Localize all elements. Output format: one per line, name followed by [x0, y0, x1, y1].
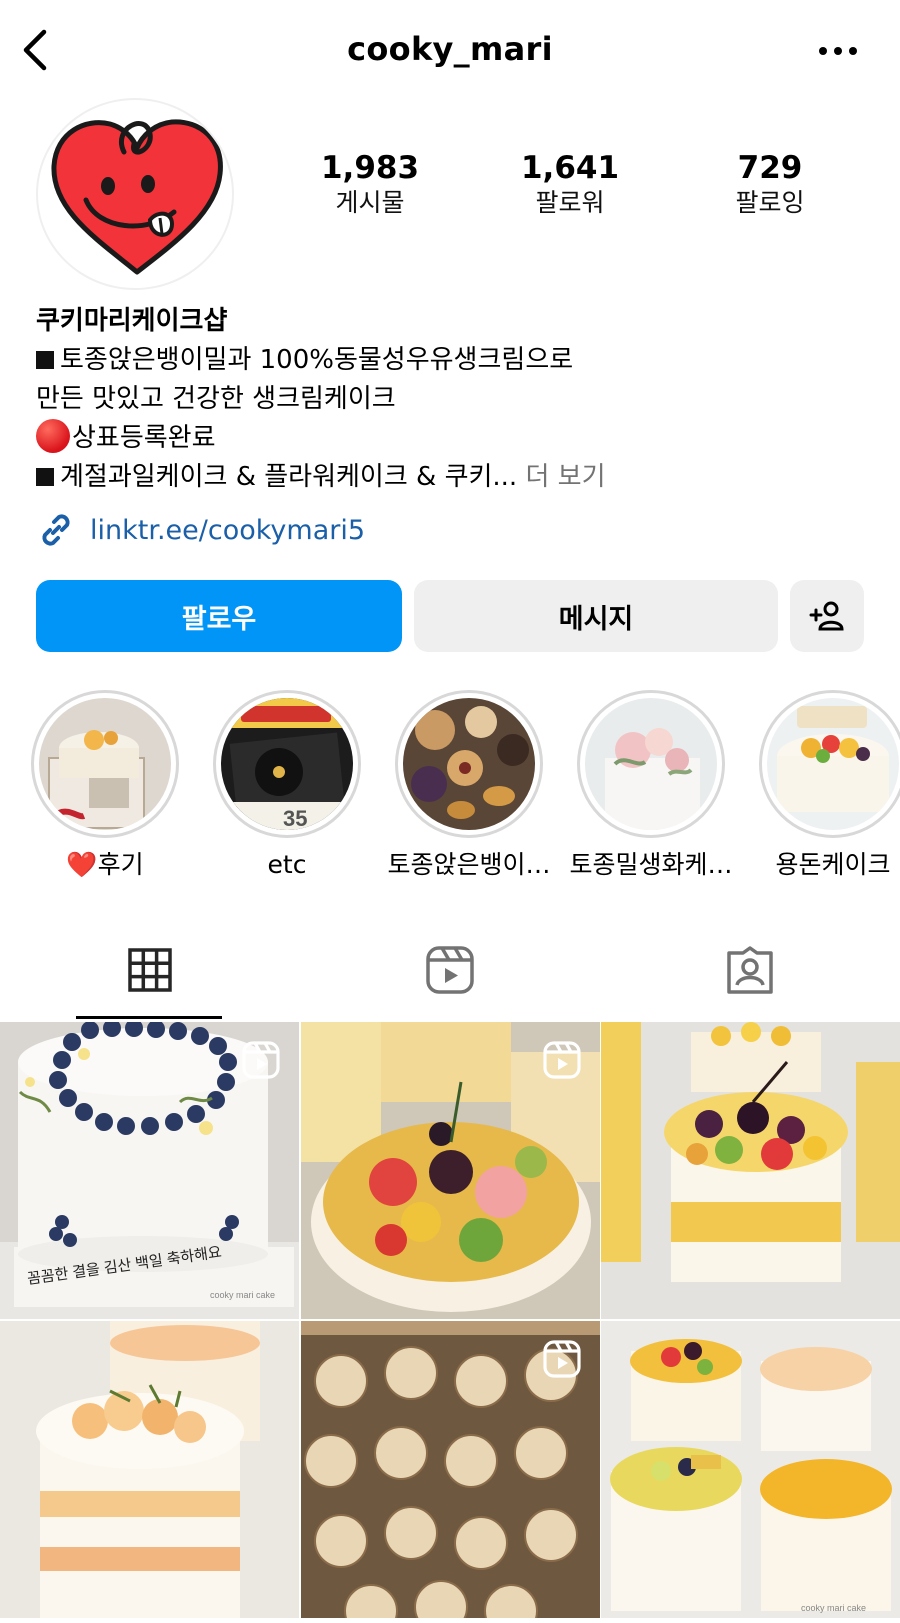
profile-link-text: linktr.ee/cookymari5 [90, 514, 366, 546]
bio-line: 상표등록완료 [36, 419, 876, 458]
bio-line: 만든 맛있고 건강한 생크림케이크 [36, 380, 876, 419]
story-highlights: ❤️후기 35 etc 토종앉은뱅이… 토종밀생화케… 용돈케이크 [0, 690, 900, 890]
bio-line: 토종앉은뱅이밀과 100%동물성우유생크림으로 [36, 341, 876, 380]
stat-followers-label: 팔로워 [535, 188, 605, 217]
black-square-icon [36, 468, 54, 486]
stat-followers-count: 1,641 [520, 150, 620, 186]
reels-icon [426, 946, 474, 994]
red-heart-icon: ❤️ [66, 850, 98, 879]
black-square-icon [36, 351, 54, 369]
stat-posts[interactable]: 1,983 게시물 [270, 150, 470, 240]
bio-line-text: 상표등록완료 [72, 423, 216, 453]
more-horizontal-icon [819, 47, 857, 55]
highlight-cover-image [585, 698, 717, 830]
highlight-cover-image [403, 698, 535, 830]
post-thumbnail[interactable] [0, 1321, 299, 1618]
post-thumbnail[interactable] [301, 1022, 600, 1319]
highlight-cookies[interactable]: 토종앉은뱅이… [384, 690, 554, 882]
highlight-cover-image [39, 698, 171, 830]
reel-indicator-icon [543, 1340, 581, 1378]
highlight-ring [395, 690, 543, 838]
bio-line-text: 토종앉은뱅이밀과 100%동물성우유생크림으로 [60, 345, 574, 375]
grid-icon [128, 948, 172, 992]
highlight-money-cake[interactable]: 용돈케이크 [748, 690, 900, 882]
link-icon [42, 514, 70, 546]
svg-text:35: 35 [283, 806, 307, 830]
profile-display-name: 쿠키마리케이크샵 [36, 306, 228, 336]
profile-avatar[interactable] [36, 98, 234, 290]
more-options-button[interactable] [816, 34, 860, 68]
post-thumbnail[interactable]: 꼼꼼한 결을 김산 백일 축하해요 cooky mari cake [0, 1022, 299, 1319]
stat-posts-count: 1,983 [320, 150, 420, 186]
highlight-cover-image: 35 [221, 698, 353, 830]
highlight-ring: 35 [213, 690, 361, 838]
post-watermark: cooky mari cake [801, 1603, 866, 1613]
highlight-reviews[interactable]: ❤️후기 [20, 690, 190, 882]
bio-line: 계절과일케이크 & 플라워케이크 & 쿠키... 더 보기 [36, 458, 876, 497]
post-thumbnail[interactable] [601, 1022, 900, 1319]
stat-posts-label: 게시물 [335, 188, 405, 217]
tab-tagged[interactable] [600, 920, 900, 1020]
highlight-label: ❤️후기 [66, 850, 144, 879]
bio-line-text: 계절과일케이크 & 플라워케이크 & 쿠키... [60, 462, 518, 492]
highlight-label: 토종앉은뱅이… [387, 850, 551, 879]
red-circle-icon [36, 419, 70, 453]
reel-indicator-icon [543, 1041, 581, 1079]
bio-more-link[interactable]: 더 보기 [525, 462, 605, 492]
highlight-label: 토종밀생화케… [569, 850, 733, 879]
active-tab-indicator [76, 1016, 222, 1019]
stat-followers[interactable]: 1,641 팔로워 [470, 150, 670, 240]
tab-reels[interactable] [300, 920, 600, 1020]
profile-stats: 1,983 게시물 1,641 팔로워 729 팔로잉 [270, 150, 870, 240]
highlight-label: etc [267, 850, 307, 879]
tab-grid[interactable] [0, 920, 300, 1020]
post-thumbnail[interactable] [301, 1321, 600, 1618]
add-person-icon [809, 601, 844, 631]
follow-button[interactable]: 팔로우 [36, 580, 402, 652]
post-image [0, 1321, 299, 1618]
profile-link[interactable]: linktr.ee/cookymari5 [36, 510, 365, 550]
post-image [601, 1022, 900, 1319]
highlight-label: 용돈케이크 [775, 850, 891, 879]
message-button[interactable]: 메시지 [414, 580, 778, 652]
reel-indicator-icon [242, 1041, 280, 1079]
post-watermark: cooky mari cake [210, 1290, 275, 1300]
highlight-cover-image [767, 698, 899, 830]
tagged-person-icon [727, 946, 773, 994]
stat-following-label: 팔로잉 [735, 188, 805, 217]
profile-bio: 쿠키마리케이크샵 토종앉은뱅이밀과 100%동물성우유생크림으로 만든 맛있고 … [36, 302, 876, 497]
top-bar: cooky_mari [0, 0, 900, 100]
highlight-ring [759, 690, 900, 838]
highlight-ring [31, 690, 179, 838]
post-thumbnail[interactable]: cooky mari cake [601, 1321, 900, 1618]
stat-following-count: 729 [737, 150, 803, 186]
suggest-users-button[interactable] [790, 580, 864, 652]
stat-following[interactable]: 729 팔로잉 [670, 150, 870, 240]
bio-line-text: 만든 맛있고 건강한 생크림케이크 [36, 384, 396, 414]
highlight-ring [577, 690, 725, 838]
highlight-flower-cakes[interactable]: 토종밀생화케… [566, 690, 736, 882]
highlight-etc[interactable]: 35 etc [202, 690, 372, 882]
post-image: cooky mari cake [601, 1321, 900, 1618]
heart-face-logo [51, 119, 223, 275]
profile-tabs [0, 920, 900, 1020]
posts-grid: 꼼꼼한 결을 김산 백일 축하해요 cooky mari cake cooky … [0, 1022, 900, 1623]
profile-username: cooky_mari [347, 30, 553, 68]
